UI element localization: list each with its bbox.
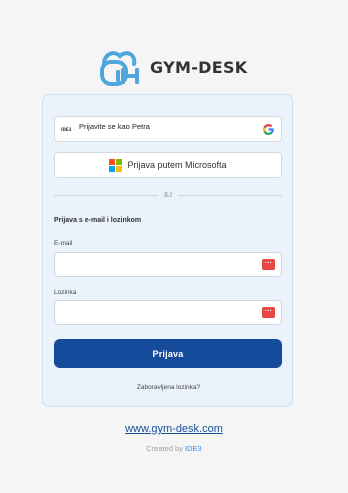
- email-field-wrapper: ···: [54, 252, 282, 277]
- credits-prefix: Created by: [146, 444, 186, 453]
- or-divider: ILI: [54, 190, 283, 200]
- google-icon: [263, 124, 274, 135]
- kettlebell-dumbbell-icon: [100, 51, 139, 86]
- password-field[interactable]: [55, 301, 245, 324]
- app-logo: GYM-DESK: [96, 42, 256, 92]
- password-manager-icon[interactable]: ···: [262, 259, 275, 270]
- google-signin-label: Prijavite se kao Petra: [79, 122, 150, 131]
- divider-line-right: [177, 194, 283, 196]
- login-button[interactable]: Prijava: [54, 339, 282, 368]
- divider-line-left: [54, 194, 159, 196]
- website-link[interactable]: www.gym-desk.com: [0, 423, 348, 435]
- password-label: Lozinka: [54, 289, 77, 296]
- credits: Created by IDE3: [0, 444, 348, 453]
- login-card: IDE3 Prijavite se kao Petra Prijava pute…: [42, 94, 293, 407]
- google-signin-button[interactable]: IDE3 Prijavite se kao Petra: [54, 116, 282, 142]
- google-account-avatar: IDE3: [61, 127, 72, 132]
- password-field-wrapper: ···: [54, 300, 282, 325]
- email-label: E-mail: [54, 240, 73, 247]
- microsoft-icon: [109, 158, 123, 172]
- microsoft-signin-button[interactable]: Prijava putem Microsofta: [54, 152, 282, 178]
- email-field[interactable]: [55, 253, 245, 276]
- credits-author-link[interactable]: IDE3: [185, 444, 202, 453]
- microsoft-signin-label: Prijava putem Microsofta: [127, 160, 227, 170]
- password-manager-icon[interactable]: ···: [262, 307, 275, 318]
- forgot-password-link[interactable]: Zaboravljena lozinka?: [43, 384, 294, 391]
- email-login-heading: Prijava s e-mail i lozinkom: [54, 217, 142, 224]
- logo-text: GYM-DESK: [150, 57, 248, 77]
- divider-text: ILI: [164, 191, 172, 199]
